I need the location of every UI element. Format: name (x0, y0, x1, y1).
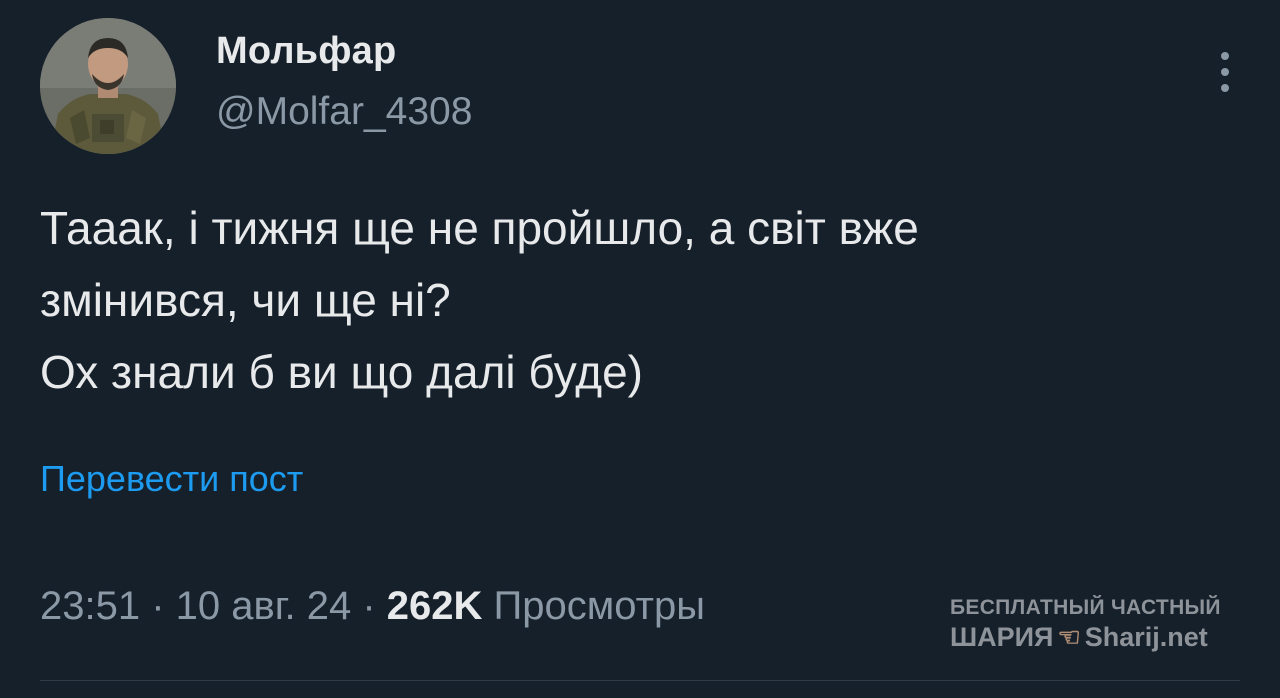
tweet-card: Мольфар @Molfar_4308 Тааак, і тижня ще н… (0, 0, 1280, 698)
meta-separator: · (151, 584, 176, 628)
watermark-left-word: ШАРИЯ (950, 622, 1054, 652)
watermark-right-word: Sharij.net (1084, 622, 1208, 652)
avatar[interactable] (40, 18, 176, 154)
tweet-meta: 23:51 · 10 авг. 24 · 262K Просмотры (40, 584, 705, 629)
meta-separator: · (362, 584, 387, 628)
more-dot (1221, 84, 1229, 92)
tweet-date[interactable]: 10 авг. 24 (176, 584, 352, 628)
divider (40, 680, 1240, 681)
views-count[interactable]: 262K (387, 584, 483, 628)
tweet-time[interactable]: 23:51 (40, 584, 140, 628)
author-handle[interactable]: @Molfar_4308 (216, 90, 472, 134)
tweet-text-line: Ох знали б ви що далі буде) (40, 346, 643, 398)
tweet-text-line: змінився, чи ще ні? (40, 274, 451, 326)
avatar-photo (40, 18, 176, 154)
tweet-text-line: Тааак, і тижня ще не пройшло, а світ вже (40, 202, 919, 254)
watermark-line1: БЕСПЛАТНЫЙ ЧАСТНЫЙ (950, 596, 1221, 619)
more-options-icon[interactable] (1210, 48, 1240, 96)
translate-post-link[interactable]: Перевести пост (40, 458, 303, 500)
author-display-name[interactable]: Мольфар (216, 30, 396, 73)
more-dot (1221, 68, 1229, 76)
views-label-text: Просмотры (493, 584, 705, 628)
watermark: БЕСПЛАТНЫЙ ЧАСТНЫЙ ШАРИЯ ☜ Sharij.net (950, 596, 1250, 653)
more-dot (1221, 52, 1229, 60)
views-label: Просмотры (482, 584, 705, 628)
tweet-text: Тааак, і тижня ще не пройшло, а світ вже… (40, 192, 1240, 408)
watermark-line2: ШАРИЯ ☜ Sharij.net (950, 622, 1250, 653)
pointing-hand-icon: ☜ (1057, 622, 1081, 652)
